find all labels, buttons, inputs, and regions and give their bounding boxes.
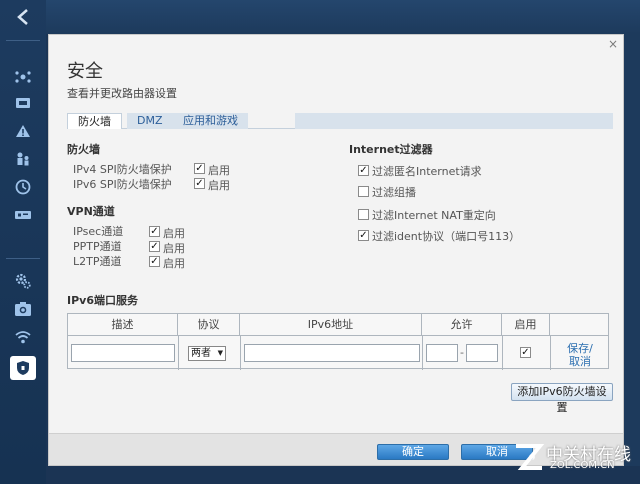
cancel-link[interactable]: 取消 (552, 355, 608, 368)
column-header-ipv6-address: IPv6地址 (240, 314, 422, 336)
row-enable-checkbox[interactable]: ✓ (520, 347, 531, 358)
parental-icon[interactable] (10, 148, 36, 170)
firewall-heading: 防火墙 (67, 143, 100, 156)
tab-bar: 防火墙 DMZ 应用和游戏 (67, 113, 613, 129)
protocol-select[interactable]: 两者 ▼ (188, 346, 226, 361)
table-divider (422, 336, 423, 370)
table-divider (240, 336, 241, 370)
description-input[interactable] (71, 344, 175, 362)
tab-apps-games[interactable]: 应用和游戏 (173, 113, 248, 129)
ipv4-spi-label: IPv4 SPI防火墙保护 (73, 163, 172, 176)
sidebar-divider (6, 258, 40, 259)
ipv6-spi-enable-label: 启用 (208, 179, 230, 192)
wifi-icon[interactable] (10, 326, 36, 348)
ok-button[interactable]: 确定 (377, 444, 449, 460)
ipv6-spi-checkbox[interactable]: ✓ (194, 178, 205, 189)
ipv6-service-heading: IPv6端口服务 (67, 294, 138, 307)
pptp-checkbox[interactable]: ✓ (149, 241, 160, 252)
ipsec-label: IPsec通道 (73, 225, 124, 238)
filter-anonymous-checkbox[interactable]: ✓ (358, 165, 369, 176)
filter-nat-redirect-checkbox[interactable] (358, 209, 369, 220)
column-header-description: 描述 (68, 314, 178, 336)
page-subtitle: 查看并更改路由器设置 (67, 87, 177, 100)
zol-watermark: 中关村在线 ZOL.COM.CN (512, 438, 640, 484)
ipv6-address-input[interactable] (244, 344, 420, 362)
add-ipv6-firewall-button[interactable]: 添加IPv6防火墙设置 (511, 383, 613, 414)
filter-nat-redirect-label: 过滤Internet NAT重定向 (372, 209, 496, 222)
port-separator: - (460, 346, 464, 359)
ipsec-checkbox[interactable]: ✓ (149, 226, 160, 237)
close-icon[interactable]: × (607, 38, 619, 50)
save-link[interactable]: 保存/ (552, 342, 608, 355)
protocol-value: 两者 (191, 348, 211, 359)
app-header-bar (0, 0, 640, 34)
settings-icon[interactable] (10, 270, 36, 292)
clock-icon[interactable] (10, 176, 36, 198)
camera-icon[interactable] (10, 298, 36, 320)
security-shield-icon[interactable] (10, 356, 36, 380)
tab-firewall[interactable]: 防火墙 (67, 113, 122, 129)
column-header-enable: 启用 (502, 314, 550, 336)
l2tp-checkbox[interactable]: ✓ (149, 256, 160, 267)
port-from-input[interactable] (426, 344, 458, 362)
vpn-heading: VPN通道 (67, 205, 115, 218)
zol-logo-icon (512, 440, 546, 474)
sidebar-divider (6, 40, 40, 41)
warning-icon[interactable] (10, 120, 36, 142)
back-arrow-icon[interactable] (0, 0, 46, 34)
chevron-down-icon: ▼ (217, 349, 223, 357)
table-divider (502, 336, 503, 370)
page-title: 安全 (67, 61, 103, 82)
filter-multicast-checkbox[interactable] (358, 186, 369, 197)
filter-ident-checkbox[interactable]: ✓ (358, 230, 369, 241)
usb-icon[interactable] (10, 204, 36, 226)
tab-bar-fill (295, 113, 613, 129)
ipv6-service-table: 描述 协议 IPv6地址 允许 启用 两者 ▼ - ✓ 保存/ 取消 (67, 313, 609, 370)
filter-ident-label: 过滤ident协议（端口号113） (372, 230, 521, 243)
pptp-label: PPTP通道 (73, 240, 122, 253)
column-header-allow: 允许 (422, 314, 502, 336)
filter-multicast-label: 过滤组播 (372, 186, 416, 199)
save-cancel-links: 保存/ 取消 (552, 342, 608, 368)
tab-dmz[interactable]: DMZ (127, 113, 173, 129)
ipv4-spi-enable-label: 启用 (208, 164, 230, 177)
watermark-url: ZOL.COM.CN (550, 460, 615, 471)
table-divider (178, 336, 179, 370)
security-dialog: × 安全 查看并更改路由器设置 防火墙 DMZ 应用和游戏 防火墙 IPv4 S… (48, 34, 624, 466)
sidebar (0, 0, 46, 484)
pptp-enable-label: 启用 (163, 242, 185, 255)
device-icon[interactable] (10, 92, 36, 114)
filter-anonymous-label: 过滤匿名Internet请求 (372, 165, 482, 178)
app-background-right (624, 34, 640, 484)
table-divider (550, 336, 551, 370)
internet-filter-heading: Internet过滤器 (349, 143, 433, 156)
l2tp-label: L2TP通道 (73, 255, 122, 268)
ipsec-enable-label: 启用 (163, 227, 185, 240)
column-header-protocol: 协议 (178, 314, 240, 336)
l2tp-enable-label: 启用 (163, 257, 185, 270)
column-header-action (550, 314, 608, 336)
port-to-input[interactable] (466, 344, 498, 362)
ipv6-spi-label: IPv6 SPI防火墙保护 (73, 178, 172, 191)
ipv4-spi-checkbox[interactable]: ✓ (194, 163, 205, 174)
network-map-icon[interactable] (10, 66, 36, 88)
